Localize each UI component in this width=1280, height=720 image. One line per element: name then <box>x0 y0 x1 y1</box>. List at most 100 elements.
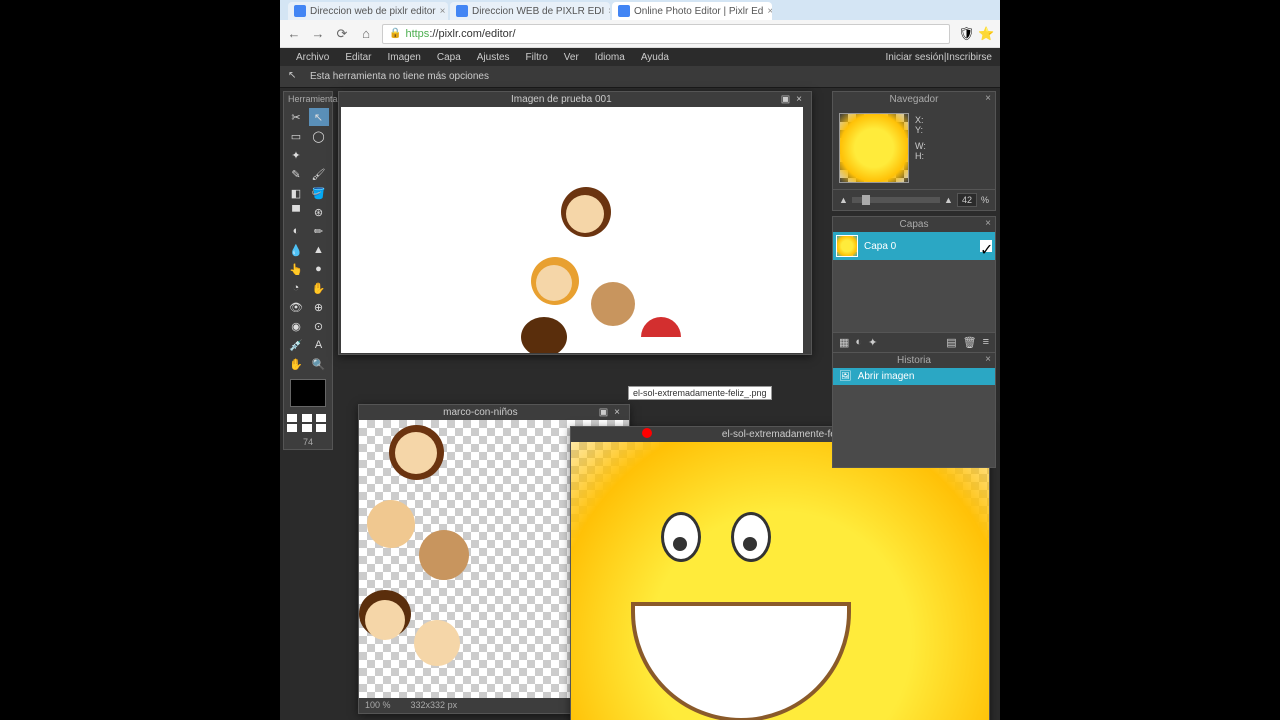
document-titlebar[interactable]: marco-con-niños ▣ × <box>359 405 629 420</box>
hand-tool[interactable]: ✋ <box>286 355 306 373</box>
shield-icon[interactable]: 🛡 <box>958 26 974 42</box>
canvas-main[interactable] <box>341 107 803 353</box>
menu-ayuda[interactable]: Ayuda <box>633 52 677 63</box>
close-icon[interactable]: × <box>767 6 772 17</box>
draw-tool[interactable]: ✏ <box>309 222 329 240</box>
zoom-in-icon[interactable]: ▲ <box>944 195 953 205</box>
gradient-tool[interactable]: ▀ <box>286 203 306 221</box>
maximize-icon[interactable]: ▣ <box>596 407 611 418</box>
close-icon[interactable]: × <box>608 6 610 17</box>
navigator-coords: X: Y: W: H: <box>915 115 926 189</box>
styles-icon[interactable]: ✦ <box>868 336 877 349</box>
pencil-tool[interactable]: ✎ <box>286 165 306 183</box>
marquee-tool[interactable]: ▭ <box>286 127 306 145</box>
panel-title[interactable]: Navegador× <box>833 92 995 107</box>
mask-icon[interactable]: ◐ <box>855 336 862 349</box>
close-icon[interactable]: × <box>985 218 991 229</box>
picker-tool[interactable]: 💉 <box>286 336 306 354</box>
replace-tool[interactable]: ◐ <box>286 222 306 240</box>
forward-button[interactable]: → <box>310 26 326 42</box>
zoom-tool[interactable]: 🔍 <box>309 355 329 373</box>
back-button[interactable]: ← <box>286 26 302 42</box>
close-icon[interactable]: × <box>793 94 805 105</box>
reload-button[interactable]: ⟳ <box>334 26 350 42</box>
menu-capa[interactable]: Capa <box>429 52 469 63</box>
layers-panel[interactable]: Capas× Capa 0 ✓ ▦ ◐ ✦ ▤ 🗑 ≡ <box>832 216 996 353</box>
history-label: Abrir imagen <box>858 371 915 382</box>
wand-tool[interactable]: ✦ <box>286 146 306 164</box>
browser-tab-1[interactable]: Direccion WEB de PIXLR EDI × <box>450 2 610 20</box>
layer-name: Capa 0 <box>864 241 974 252</box>
panel-title[interactable]: Historia× <box>833 353 995 368</box>
document-window-sun[interactable]: el-sol-extremadamente-fel <box>570 426 990 720</box>
menu-imagen[interactable]: Imagen <box>379 52 428 63</box>
lasso-tool[interactable]: ◯ <box>309 127 329 145</box>
menu-editar[interactable]: Editar <box>337 52 379 63</box>
clone-tool[interactable]: ⊛ <box>309 203 329 221</box>
login-link[interactable]: Iniciar sesión <box>885 52 943 63</box>
navigator-thumbnail[interactable] <box>839 113 909 183</box>
crop-tool[interactable]: ✂ <box>286 108 306 126</box>
panel-title[interactable]: Capas× <box>833 217 995 232</box>
close-icon[interactable]: × <box>440 6 446 17</box>
delete-layer-icon[interactable]: 🗑 <box>963 336 977 349</box>
document-window-main[interactable]: Imagen de prueba 001 ▣ × <box>338 91 812 355</box>
history-item[interactable]: 🖼 Abrir imagen <box>833 368 995 385</box>
pixlr-editor: Archivo Editar Imagen Capa Ajustes Filtr… <box>280 48 1000 720</box>
zoom-out-icon[interactable]: ▲ <box>839 195 848 205</box>
menu-filtro[interactable]: Filtro <box>518 52 556 63</box>
spot-tool[interactable]: ⊕ <box>309 298 329 316</box>
signup-link[interactable]: Inscribirse <box>946 52 992 63</box>
dodge-tool[interactable]: ◔ <box>286 279 306 297</box>
redeye-tool[interactable]: 👁 <box>286 298 306 316</box>
history-body <box>833 385 995 467</box>
type-tool[interactable]: A <box>309 336 329 354</box>
burn-tool[interactable]: ✋ <box>309 279 329 297</box>
move-tool[interactable]: ↖ <box>309 108 329 126</box>
percent-label: % <box>981 195 989 205</box>
favicon-icon <box>618 5 630 17</box>
menu-idioma[interactable]: Idioma <box>587 52 633 63</box>
sharpen-tool[interactable]: ▲ <box>309 241 329 259</box>
document-titlebar[interactable]: Imagen de prueba 001 ▣ × <box>339 92 811 107</box>
bloat-tool[interactable]: ◉ <box>286 317 306 335</box>
smudge-tool[interactable]: 👆 <box>286 260 306 278</box>
brush-tool[interactable]: 🖌 <box>309 165 329 183</box>
canvas-dimensions: 332x332 px <box>411 700 458 710</box>
blur-tool[interactable]: 💧 <box>286 241 306 259</box>
menu-ajustes[interactable]: Ajustes <box>469 52 518 63</box>
close-icon[interactable]: × <box>611 407 623 418</box>
eraser-tool[interactable]: ◧ <box>286 184 306 202</box>
pinch-tool[interactable]: ⊙ <box>309 317 329 335</box>
home-button[interactable]: ⌂ <box>358 26 374 42</box>
tool-indicator-icon: ↖ <box>288 70 302 84</box>
close-icon[interactable]: × <box>985 93 991 104</box>
toolbox[interactable]: Herramientas ✂ ↖ ▭ ◯ ✦ ✎ 🖌 ◧ 🪣 ▀ ⊛ ◐ ✏ <box>283 91 333 450</box>
visibility-checkbox[interactable]: ✓ <box>980 240 992 252</box>
bucket-tool[interactable]: 🪣 <box>309 184 329 202</box>
close-icon[interactable]: × <box>985 354 991 365</box>
menu-archivo[interactable]: Archivo <box>288 52 337 63</box>
navigator-panel[interactable]: Navegador× X: Y: W: H: ▲ ▲ <box>832 91 996 211</box>
star-icon[interactable]: ⭐ <box>978 26 994 42</box>
canvas-sun[interactable] <box>571 442 989 720</box>
new-layer-icon[interactable]: ▤ <box>946 336 956 349</box>
url-input[interactable]: 🔒 https://pixlr.com/editor/ <box>382 24 950 44</box>
history-panel[interactable]: Historia× 🖼 Abrir imagen <box>832 352 996 468</box>
layer-row[interactable]: Capa 0 ✓ <box>833 232 995 260</box>
tab-label: Direccion WEB de PIXLR EDI <box>472 6 604 17</box>
zoom-slider[interactable]: ▲ ▲ 42 % <box>833 189 995 210</box>
sponge-tool[interactable]: ● <box>309 260 329 278</box>
maximize-icon[interactable]: ▣ <box>778 94 793 105</box>
menu-ver[interactable]: Ver <box>556 52 587 63</box>
workspace: Herramientas ✂ ↖ ▭ ◯ ✦ ✎ 🖌 ◧ 🪣 ▀ ⊛ ◐ ✏ <box>280 88 1000 720</box>
layer-menu-icon[interactable]: ≡ <box>983 336 989 349</box>
browser-tab-2[interactable]: Online Photo Editor | Pixlr Ed× <box>612 2 772 20</box>
swatch-grid[interactable] <box>284 411 332 435</box>
opacity-icon[interactable]: ▦ <box>839 336 849 349</box>
tab-label: Direccion web de pixlr editor <box>310 6 436 17</box>
foreground-color[interactable] <box>290 379 326 407</box>
browser-tab-0[interactable]: Direccion web de pixlr editor × <box>288 2 448 20</box>
layer-thumbnail[interactable] <box>836 235 858 257</box>
favicon-icon <box>456 5 468 17</box>
